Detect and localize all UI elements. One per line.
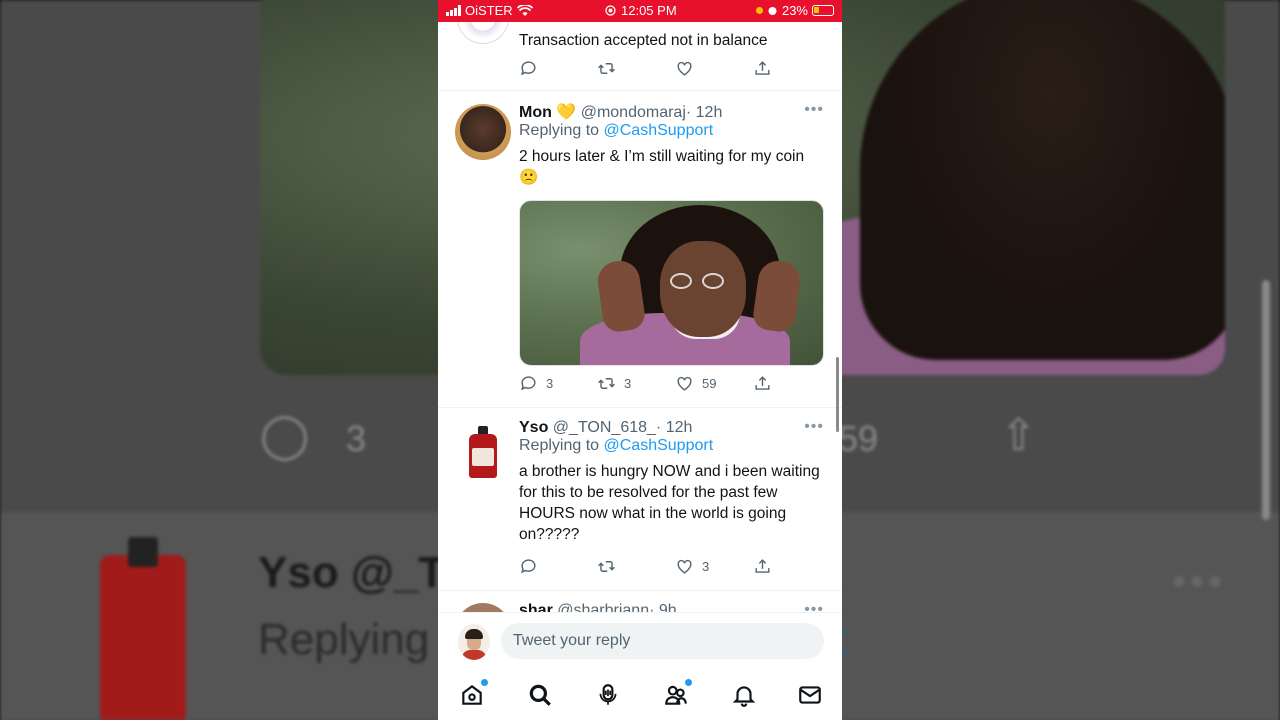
- share-button[interactable]: [753, 59, 772, 78]
- tab-notifications[interactable]: [731, 682, 757, 708]
- like-button[interactable]: [675, 59, 694, 78]
- communities-icon: [665, 685, 687, 705]
- display-name[interactable]: Mon 💛: [519, 104, 576, 121]
- user-avatar[interactable]: [469, 426, 497, 478]
- tweet-item[interactable]: ••• Yso @_TON_618_· 12h Replying to @Cas…: [438, 408, 842, 591]
- like-button[interactable]: 3: [675, 557, 709, 576]
- user-handle[interactable]: @_TON_618_: [553, 419, 656, 436]
- my-avatar[interactable]: [458, 624, 490, 660]
- wifi-icon: [516, 4, 533, 16]
- battery-percent: 23%: [781, 3, 808, 18]
- reply-button[interactable]: [519, 59, 538, 78]
- mail-icon: [799, 686, 821, 704]
- share-button[interactable]: [753, 557, 772, 576]
- reply-input[interactable]: Tweet your reply: [501, 623, 824, 659]
- tweet-item[interactable]: Transaction accepted not in balance: [438, 22, 842, 91]
- background-reply-icon: ◯: [260, 411, 310, 460]
- replying-to-handle[interactable]: @CashSupport: [604, 437, 714, 454]
- user-avatar[interactable]: [457, 22, 509, 44]
- video-frame: ◯ 3 59 ⇧ Yso @_T Replyingrt ••• OiSTER 1…: [0, 0, 1280, 720]
- reply-composer: Tweet your reply: [438, 612, 842, 670]
- tweet-time: · 9h: [649, 602, 677, 612]
- like-count: 3: [702, 559, 710, 574]
- retweet-button[interactable]: [597, 59, 616, 78]
- tweet-actions: 3: [519, 557, 779, 579]
- alarm-icon: [768, 7, 777, 15]
- reply-icon: [521, 559, 536, 574]
- share-button[interactable]: [753, 374, 772, 393]
- reply-button[interactable]: 3: [519, 374, 553, 393]
- scrollbar[interactable]: [836, 357, 839, 432]
- replying-to: Replying to @CashSupport: [519, 437, 714, 454]
- background-bottle-avatar: [100, 537, 186, 720]
- tab-spaces[interactable]: [595, 682, 621, 708]
- reply-button[interactable]: [519, 557, 538, 576]
- tweet-media-image[interactable]: [519, 200, 824, 366]
- background-share-icon: ⇧: [1000, 411, 1037, 460]
- retweet-icon: [598, 561, 615, 572]
- tweet-item[interactable]: ••• Mon 💛 @mondomaraj· 12h Replying to @…: [438, 91, 842, 408]
- display-name[interactable]: Yso: [519, 419, 548, 436]
- background-reply-count: 3: [346, 418, 367, 459]
- like-count: 59: [702, 376, 717, 391]
- tab-messages[interactable]: [797, 682, 823, 708]
- retweet-icon: [598, 63, 615, 74]
- retweet-button[interactable]: 3: [597, 374, 631, 393]
- like-button[interactable]: 59: [675, 374, 716, 393]
- battery-icon: [812, 5, 834, 16]
- share-icon: [755, 61, 770, 75]
- user-avatar[interactable]: [455, 603, 511, 612]
- tweet-actions: [519, 59, 779, 81]
- like-icon: [677, 559, 692, 574]
- replying-to-handle[interactable]: @CashSupport: [604, 122, 714, 139]
- spaces-icon: [599, 684, 617, 705]
- replying-to: Replying to @CashSupport: [519, 122, 714, 139]
- phone-screen: OiSTER 12:05 PM 23% Transaction accepted…: [438, 0, 842, 720]
- screen-record-icon: [605, 5, 616, 16]
- retweet-icon: [598, 378, 615, 389]
- search-icon: [529, 684, 551, 706]
- tweet-actions: 3 3 59: [519, 374, 779, 396]
- tab-search[interactable]: [527, 682, 553, 708]
- background-user-name: Yso @_T: [258, 548, 446, 597]
- share-icon: [755, 559, 770, 573]
- carrier-name: OiSTER: [465, 3, 513, 18]
- tab-home[interactable]: [459, 679, 488, 708]
- background-more-icon: •••: [1172, 560, 1227, 604]
- tweet-text: 2 hours later & I’m still waiting for my…: [519, 148, 805, 186]
- like-icon: [677, 61, 692, 76]
- notification-dot: [685, 679, 692, 686]
- like-icon: [677, 376, 692, 391]
- background-like-count: 59: [838, 418, 879, 459]
- tweet-item[interactable]: ••• shar @sharbriann· 9h: [438, 591, 842, 612]
- status-bar: OiSTER 12:05 PM 23%: [438, 0, 842, 22]
- bottom-tab-bar: [438, 670, 842, 720]
- display-name[interactable]: shar: [519, 602, 553, 612]
- retweet-count: 3: [624, 376, 632, 391]
- tweet-text: a brother is hungry NOW and i been waiti…: [519, 463, 820, 543]
- share-icon: [755, 376, 770, 390]
- tweet-time: · 12h: [655, 419, 693, 436]
- clock-time: 12:05 PM: [621, 3, 677, 18]
- reply-count: 3: [546, 376, 554, 391]
- camera-indicator-dot: [755, 7, 763, 14]
- signal-icon: [446, 5, 461, 16]
- home-icon: [462, 684, 482, 705]
- tweet-time: · 12h: [685, 104, 723, 121]
- notification-dot: [481, 679, 488, 686]
- reply-feed[interactable]: Transaction accepted not in balance ••• …: [438, 22, 842, 612]
- tweet-text: Transaction accepted not in balance: [519, 32, 768, 49]
- bell-icon: [732, 686, 756, 707]
- reply-icon: [521, 61, 536, 76]
- user-handle[interactable]: @mondomaraj: [581, 104, 686, 121]
- tab-communities[interactable]: [663, 679, 692, 708]
- user-avatar[interactable]: [455, 104, 511, 160]
- user-handle[interactable]: @sharbriann: [557, 602, 649, 612]
- retweet-button[interactable]: [597, 557, 616, 576]
- reply-icon: [521, 376, 536, 391]
